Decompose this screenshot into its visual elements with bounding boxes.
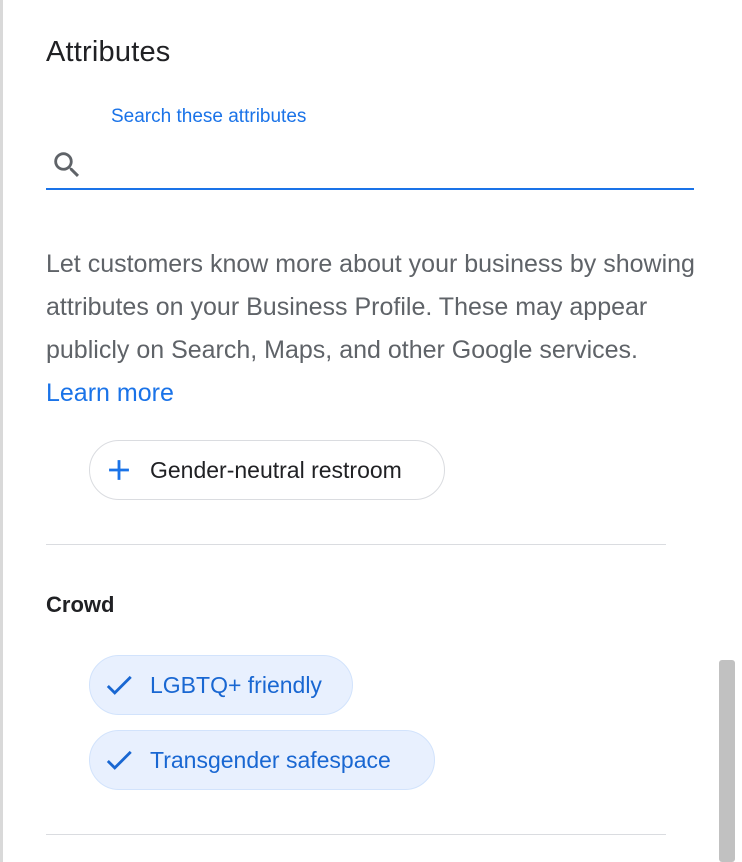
chip-label: Gender-neutral restroom [150,456,402,483]
check-icon [106,750,132,770]
transgender-safespace-chip[interactable]: Transgender safespace [89,730,435,790]
search-field[interactable] [46,142,694,190]
dialog-title: Attributes [46,36,171,68]
search-icon [54,152,80,178]
description-text: Let customers know more about your busin… [46,250,695,364]
section-title-crowd: Crowd [46,592,115,617]
attributes-description: Let customers know more about your busin… [46,243,706,415]
search-label: Search these attributes [111,106,307,127]
section-divider [46,544,666,545]
attributes-dialog: Attributes Search these attributes Let c… [0,0,742,862]
add-gender-neutral-restroom-chip[interactable]: Gender-neutral restroom [89,440,445,500]
section-divider [46,834,666,835]
search-input[interactable] [98,148,682,184]
chip-label: Transgender safespace [150,746,391,773]
lgbtq-friendly-chip[interactable]: LGBTQ+ friendly [89,655,353,715]
dialog-edge [0,0,3,862]
check-icon [106,675,132,695]
learn-more-link[interactable]: Learn more [46,379,174,407]
plus-icon [109,460,129,480]
scrollbar-thumb[interactable] [719,660,735,862]
chip-label: LGBTQ+ friendly [150,671,322,698]
